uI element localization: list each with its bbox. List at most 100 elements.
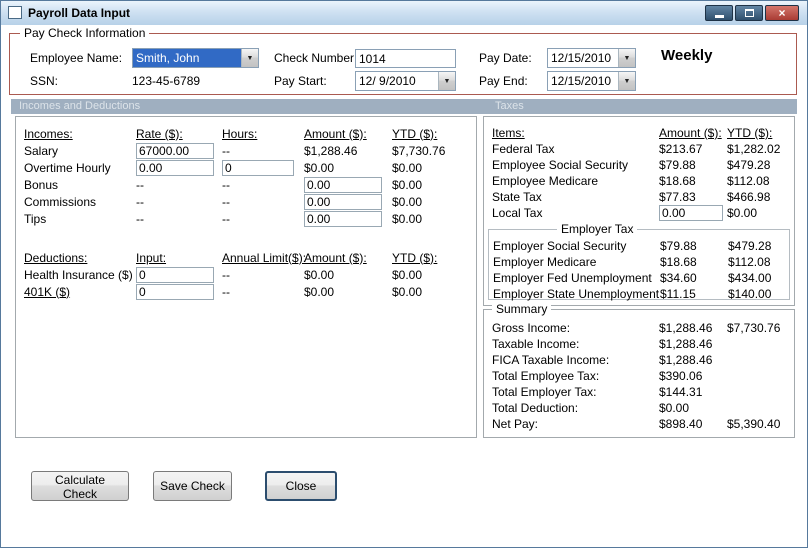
amount-cell: $0.00 [304,267,335,282]
pay-date-dropdown-button[interactable]: ▼ [618,49,635,67]
ytd-cell: $7,730.76 [727,321,781,335]
taxes-panel: Items: Amount ($): YTD ($): Federal Tax … [483,116,795,306]
tax-row-employer-medicare: Employer Medicare $18.68 $112.08 [489,254,789,270]
pay-date-value: 12/15/2010 [551,51,612,65]
hours-cell: -- [222,143,230,158]
employee-name-dropdown-button[interactable]: ▼ [241,49,258,67]
row-label: Gross Income: [492,321,571,335]
commissions-amount-input[interactable] [304,193,382,210]
taxes-header-row: Items: Amount ($): YTD ($): [484,125,794,141]
check-number-label: Check Number: [274,51,358,65]
ytd-cell: $0.00 [392,177,423,192]
ytd-cell: $479.28 [728,239,772,253]
hours-cell: -- [222,211,230,226]
amount-cell: $898.40 [659,417,703,431]
row-label: Employer Medicare [493,255,597,269]
ytd-cell: $0.00 [392,194,423,209]
employee-name-value: Smith, John [133,49,241,67]
tax-row-federal: Federal Tax $213.67 $1,282.02 [484,141,794,157]
rate-cell: -- [136,211,144,226]
row-label: Employer Fed Unemployment [493,271,652,285]
row-label: Net Pay: [492,417,539,431]
close-button[interactable]: Close [265,471,337,501]
row-label: Local Tax [492,206,543,220]
row-label: Bonus [24,177,59,192]
calculate-check-button[interactable]: Calculate Check [31,471,129,501]
rate-cell [136,159,222,176]
close-icon: × [778,6,786,20]
limit-cell: -- [222,284,230,299]
row-label: Employee Medicare [492,174,599,188]
tax-row-employee-ss: Employee Social Security $79.88 $479.28 [484,157,794,173]
window-controls: × [705,5,799,21]
ytd-cell: $0.00 [392,284,423,299]
row-label: Employer State Unemployment [493,287,660,301]
deduction-row-health-insurance: Health Insurance ($) -- $0.00 $0.00 [16,266,476,283]
overtime-hours-input[interactable] [222,159,294,176]
row-label: Commissions [24,194,97,209]
health-insurance-input[interactable] [136,266,214,283]
check-number-input[interactable] [355,49,456,68]
amount-cell: $0.00 [304,284,335,299]
pay-end-value: 12/15/2010 [551,74,612,88]
ytd-cell: $0.00 [727,206,758,220]
hours-cell: -- [222,194,230,209]
chevron-down-icon: ▼ [623,54,631,62]
amount-cell: $1,288.46 [304,143,358,158]
ytd-cell: $112.08 [727,174,770,188]
income-row-bonus: Bonus -- -- $0.00 [16,176,476,193]
pay-date-combo[interactable]: 12/15/2010 ▼ [547,48,636,68]
amount-cell: $1,288.46 [659,353,713,367]
retirement-401k-link[interactable]: 401K ($) [24,285,136,299]
pay-end-dropdown-button[interactable]: ▼ [618,72,635,90]
pay-start-dropdown-button[interactable]: ▼ [438,72,455,90]
salary-rate-input[interactable] [136,142,214,159]
ssn-value: 123-45-6789 [132,74,201,88]
retirement-401k-input[interactable] [136,283,214,300]
ytd-cell: $466.98 [727,190,771,204]
col-header-hours: Hours: [222,126,258,141]
amount-cell: $77.83 [659,190,696,204]
chevron-down-icon: ▼ [623,77,631,85]
col-header-annual-limit: Annual Limit($): [222,250,307,265]
row-label: Federal Tax [492,142,555,156]
summary-row-taxable: Taxable Income: $1,288.46 [484,336,794,352]
amount-cell: $0.00 [304,160,335,175]
pay-frequency-label: Weekly [661,47,713,64]
close-window-button[interactable]: × [765,5,799,21]
payroll-window: Payroll Data Input × Pay Check Informati… [0,0,808,548]
chevron-down-icon: ▼ [246,54,254,62]
pay-start-combo[interactable]: 12/ 9/2010 ▼ [355,71,456,91]
row-label: Total Employee Tax: [492,369,600,383]
minimize-button[interactable] [705,5,733,21]
minimize-icon [714,15,724,18]
bonus-amount-input[interactable] [304,176,382,193]
amount-cell: $79.88 [660,239,697,253]
overtime-rate-input[interactable] [136,159,214,176]
ytd-cell: $1,282.02 [727,142,781,156]
amount-cell: $11.15 [660,287,696,301]
tips-amount-input[interactable] [304,210,382,227]
maximize-icon [744,9,754,17]
col-header-input: Input: [136,250,167,265]
rate-cell: -- [136,194,144,209]
pay-end-label: Pay End: [479,74,528,88]
summary-row-total-deduction: Total Deduction: $0.00 [484,400,794,416]
amount-cell: $79.88 [659,158,696,172]
col-header-incomes: Incomes: [24,126,73,141]
summary-panel: Summary Gross Income: $1,288.46 $7,730.7… [483,302,795,438]
maximize-button[interactable] [735,5,763,21]
amount-cell: $0.00 [659,401,690,415]
taxes-section-header: Taxes [495,100,524,112]
ytd-cell: $0.00 [392,160,423,175]
tax-row-employer-ss: Employer Social Security $79.88 $479.28 [489,238,789,254]
employer-tax-group-title: Employer Tax [557,222,638,236]
pay-end-combo[interactable]: 12/15/2010 ▼ [547,71,636,91]
ytd-cell: $479.28 [727,158,771,172]
window-title: Payroll Data Input [28,6,131,20]
titlebar[interactable]: Payroll Data Input × [1,1,807,26]
save-check-button[interactable]: Save Check [153,471,232,501]
local-tax-input[interactable] [659,205,723,221]
tax-row-state: State Tax $77.83 $466.98 [484,189,794,205]
employee-name-combo[interactable]: Smith, John ▼ [132,48,259,68]
